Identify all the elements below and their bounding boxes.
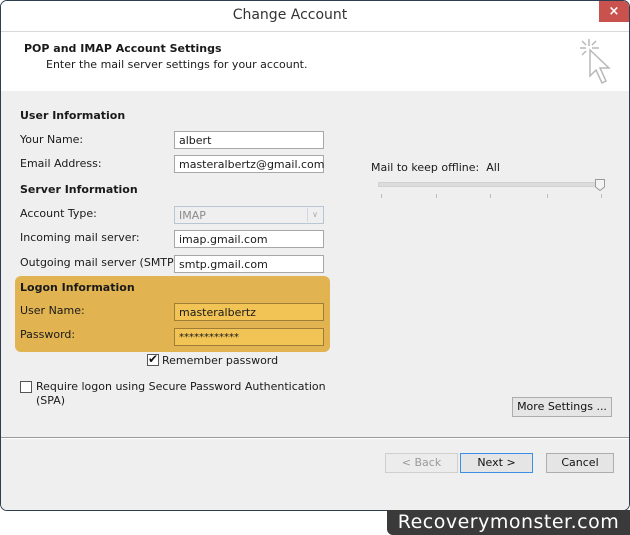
chevron-down-icon: ∨ (307, 208, 322, 222)
offline-label-text: Mail to keep offline: (371, 161, 480, 174)
account-type-select: IMAP ∨ (174, 206, 324, 224)
your-name-field[interactable]: albert (174, 131, 324, 149)
spa-checkbox[interactable] (20, 381, 32, 393)
your-name-label: Your Name: (20, 133, 84, 146)
checkmark-icon: ✔ (148, 352, 159, 366)
account-type-value: IMAP (179, 209, 206, 222)
account-type-label: Account Type: (20, 207, 97, 220)
offline-slider-track[interactable] (378, 182, 602, 187)
incoming-server-field[interactable]: imap.gmail.com (174, 230, 324, 248)
user-name-label: User Name: (20, 304, 85, 317)
offline-label: Mail to keep offline: All (371, 161, 500, 174)
offline-slider-thumb[interactable] (595, 179, 605, 191)
remember-password-label: Remember password (162, 354, 279, 367)
change-account-dialog: Change Account × POP and IMAP Account Se… (0, 0, 630, 511)
offline-value: All (486, 161, 500, 174)
close-button[interactable]: × (599, 1, 629, 22)
slider-tick (381, 194, 382, 198)
user-info-heading: User Information (20, 109, 126, 122)
server-info-heading: Server Information (20, 183, 138, 196)
email-field[interactable]: masteralbertz@gmail.com (174, 155, 325, 173)
remember-password-checkbox[interactable]: ✔ (147, 352, 159, 366)
user-name-field[interactable]: masteralbertz (174, 303, 324, 321)
outgoing-server-field[interactable]: smtp.gmail.com (174, 255, 324, 273)
dialog-header: POP and IMAP Account Settings Enter the … (1, 31, 629, 92)
slider-tick (490, 194, 491, 198)
header-title: POP and IMAP Account Settings (24, 42, 222, 55)
password-label: Password: (20, 328, 76, 341)
dialog-body: User Information Your Name: albert Email… (1, 91, 629, 510)
back-button[interactable]: < Back (385, 453, 458, 473)
incoming-server-label: Incoming mail server: (20, 231, 140, 244)
logon-info-heading: Logon Information (20, 281, 135, 294)
slider-tick (547, 194, 548, 198)
footer-separator (1, 437, 629, 439)
watermark: Recoverymonster.com (387, 510, 630, 535)
slider-tick (601, 194, 602, 198)
spa-label-line2: (SPA) (36, 394, 66, 407)
email-label: Email Address: (20, 157, 102, 170)
spa-label-line1: Require logon using Secure Password Auth… (36, 380, 326, 393)
password-field[interactable]: ************ (174, 328, 324, 346)
header-subtitle: Enter the mail server settings for your … (46, 58, 308, 71)
cursor-click-icon (580, 39, 611, 85)
outgoing-server-label: Outgoing mail server (SMTP): (20, 256, 182, 269)
title-bar: Change Account × (1, 1, 629, 31)
more-settings-button[interactable]: More Settings ... (512, 397, 612, 417)
next-button[interactable]: Next > (460, 453, 533, 473)
cancel-button[interactable]: Cancel (546, 453, 614, 473)
logon-info-highlight: Logon Information User Name: masteralber… (15, 276, 330, 352)
window-title: Change Account (232, 7, 348, 23)
slider-tick (436, 194, 437, 198)
